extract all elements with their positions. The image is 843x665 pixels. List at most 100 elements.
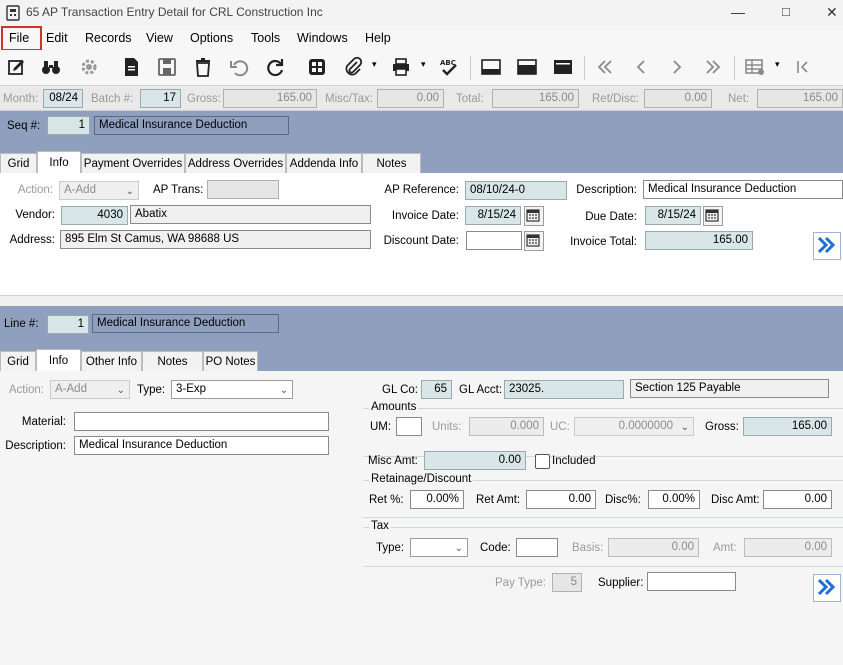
layout-middle-icon[interactable] xyxy=(514,54,540,80)
spellcheck-icon[interactable]: ABC xyxy=(436,54,462,80)
calendar-icon[interactable] xyxy=(524,231,544,251)
month-label: Month: xyxy=(3,93,39,105)
tab-po-notes[interactable]: PO Notes xyxy=(203,351,258,371)
due-date-field[interactable]: 8/15/24 xyxy=(645,206,701,225)
tab-notes[interactable]: Notes xyxy=(142,351,203,371)
disc-amt-field[interactable]: 0.00 xyxy=(763,490,832,509)
edit-icon[interactable] xyxy=(4,54,30,80)
line-description-label: Description: xyxy=(5,440,66,452)
collapse-icon[interactable] xyxy=(790,54,816,80)
print-icon[interactable] xyxy=(388,54,414,80)
disc-pct-label: Disc%: xyxy=(605,494,641,506)
tax-type-label: Type: xyxy=(376,542,405,554)
um-label: UM: xyxy=(370,421,392,433)
ap-reference-field[interactable]: 08/10/24-0 xyxy=(465,181,567,200)
menu-edit[interactable]: Edit xyxy=(46,31,68,45)
grid-dropdown-icon[interactable]: ▾ xyxy=(775,59,780,70)
invoice-total-field[interactable]: 165.00 xyxy=(645,231,753,250)
menu-records[interactable]: Records xyxy=(85,31,132,45)
included-checkbox[interactable] xyxy=(535,454,550,469)
tab-addenda-info[interactable]: Addenda Info xyxy=(286,153,362,173)
document-icon[interactable] xyxy=(118,54,144,80)
tax-type-select[interactable]: ⌄ xyxy=(410,538,468,557)
ret-pct-field[interactable]: 0.00% xyxy=(410,490,464,509)
type-select[interactable]: 3-Exp ⌄ xyxy=(171,380,293,399)
grid-icon[interactable] xyxy=(742,54,768,80)
calculator-icon[interactable] xyxy=(304,54,330,80)
supplier-field[interactable] xyxy=(647,572,736,591)
layout-bottom-icon[interactable] xyxy=(478,54,504,80)
basis-label: Basis: xyxy=(572,542,604,554)
menu-view[interactable]: View xyxy=(146,31,173,45)
next-arrow-icon[interactable] xyxy=(813,574,841,602)
tab-address-overrides[interactable]: Address Overrides xyxy=(185,153,286,173)
seq-band: Seq #: 1 Medical Insurance Deduction xyxy=(0,111,843,151)
discount-date-field[interactable] xyxy=(466,231,522,250)
layout-top-icon[interactable] xyxy=(550,54,576,80)
misc-amt-field[interactable]: 0.00 xyxy=(424,451,526,470)
line-action-select: A-Add ⌄ xyxy=(50,380,130,399)
material-field[interactable] xyxy=(74,412,329,431)
menu-windows[interactable]: Windows xyxy=(297,31,348,45)
line-description-field[interactable]: Medical Insurance Deduction xyxy=(74,436,329,455)
binoculars-icon[interactable] xyxy=(38,54,64,80)
tab-payment-overrides[interactable]: Payment Overrides xyxy=(81,153,185,173)
tab-notes[interactable]: Notes xyxy=(362,153,421,173)
gl-co-field[interactable]: 65 xyxy=(421,380,452,399)
attach-icon[interactable] xyxy=(340,54,366,80)
first-icon[interactable] xyxy=(592,54,618,80)
tab-info[interactable]: Info xyxy=(37,151,81,173)
tab-grid[interactable]: Grid xyxy=(0,351,36,371)
disc-amt-label: Disc Amt: xyxy=(711,494,760,506)
menu-options[interactable]: Options xyxy=(190,31,233,45)
refresh-icon[interactable] xyxy=(262,54,288,80)
tab-grid[interactable]: Grid xyxy=(0,153,37,173)
retainage-discount-title: Retainage/Discount xyxy=(369,473,474,485)
calendar-icon[interactable] xyxy=(703,206,723,226)
line-action-value: A-Add xyxy=(55,383,87,395)
uc-select: 0.0000000 ⌄ xyxy=(574,417,694,436)
maximize-icon[interactable]: □ xyxy=(782,4,790,19)
menu-help[interactable]: Help xyxy=(365,31,391,45)
seq-field[interactable]: 1 xyxy=(47,116,90,135)
close-icon[interactable]: ✕ xyxy=(826,4,838,21)
last-icon[interactable] xyxy=(700,54,726,80)
tab-info[interactable]: Info xyxy=(36,349,81,371)
tax-code-field[interactable] xyxy=(516,538,558,557)
minimize-icon[interactable]: — xyxy=(731,4,745,20)
ap-trans-label: AP Trans: xyxy=(153,184,204,196)
line-band: Line #: 1 Medical Insurance Deduction xyxy=(0,306,843,349)
undo-icon[interactable] xyxy=(226,54,252,80)
menu-bar: File Edit Records View Options Tools Win… xyxy=(0,26,843,50)
description-field[interactable]: Medical Insurance Deduction xyxy=(643,180,843,199)
print-dropdown-icon[interactable]: ▾ xyxy=(421,59,426,70)
next-icon[interactable] xyxy=(664,54,690,80)
line-tabs: Grid Info Other Info Notes PO Notes xyxy=(0,349,843,371)
type-label: Type: xyxy=(137,384,166,396)
month-field: 08/24 xyxy=(43,89,83,108)
disc-pct-field[interactable]: 0.00% xyxy=(648,490,700,509)
tab-other-info[interactable]: Other Info xyxy=(81,351,142,371)
um-field[interactable] xyxy=(396,417,422,436)
prev-icon[interactable] xyxy=(628,54,654,80)
attach-dropdown-icon[interactable]: ▾ xyxy=(372,59,377,70)
line-label: Line #: xyxy=(4,318,39,330)
invoice-date-field[interactable]: 8/15/24 xyxy=(465,206,521,225)
trash-icon[interactable] xyxy=(190,54,216,80)
line-action-label: Action: xyxy=(8,384,44,396)
next-arrow-icon[interactable] xyxy=(813,232,841,260)
line-field[interactable]: 1 xyxy=(47,315,89,334)
chevron-down-icon: ⌄ xyxy=(454,543,463,554)
menu-tools[interactable]: Tools xyxy=(251,31,280,45)
save-icon[interactable] xyxy=(154,54,180,80)
calendar-icon[interactable] xyxy=(524,206,544,226)
ret-amt-field[interactable]: 0.00 xyxy=(526,490,596,509)
gl-acct-field[interactable]: 23025. xyxy=(504,380,624,399)
gear-icon[interactable] xyxy=(76,54,102,80)
misc-tax-label: Misc/Tax: xyxy=(325,93,373,105)
vendor-field[interactable]: 4030 xyxy=(61,206,128,225)
misc-amt-label: Misc Amt: xyxy=(368,455,418,467)
line-gross-field[interactable]: 165.00 xyxy=(743,417,832,436)
address-label: Address: xyxy=(9,234,55,246)
header-info-panel: Action: A-Add ⌄ AP Trans: Vendor: 4030 Ab… xyxy=(0,173,843,295)
